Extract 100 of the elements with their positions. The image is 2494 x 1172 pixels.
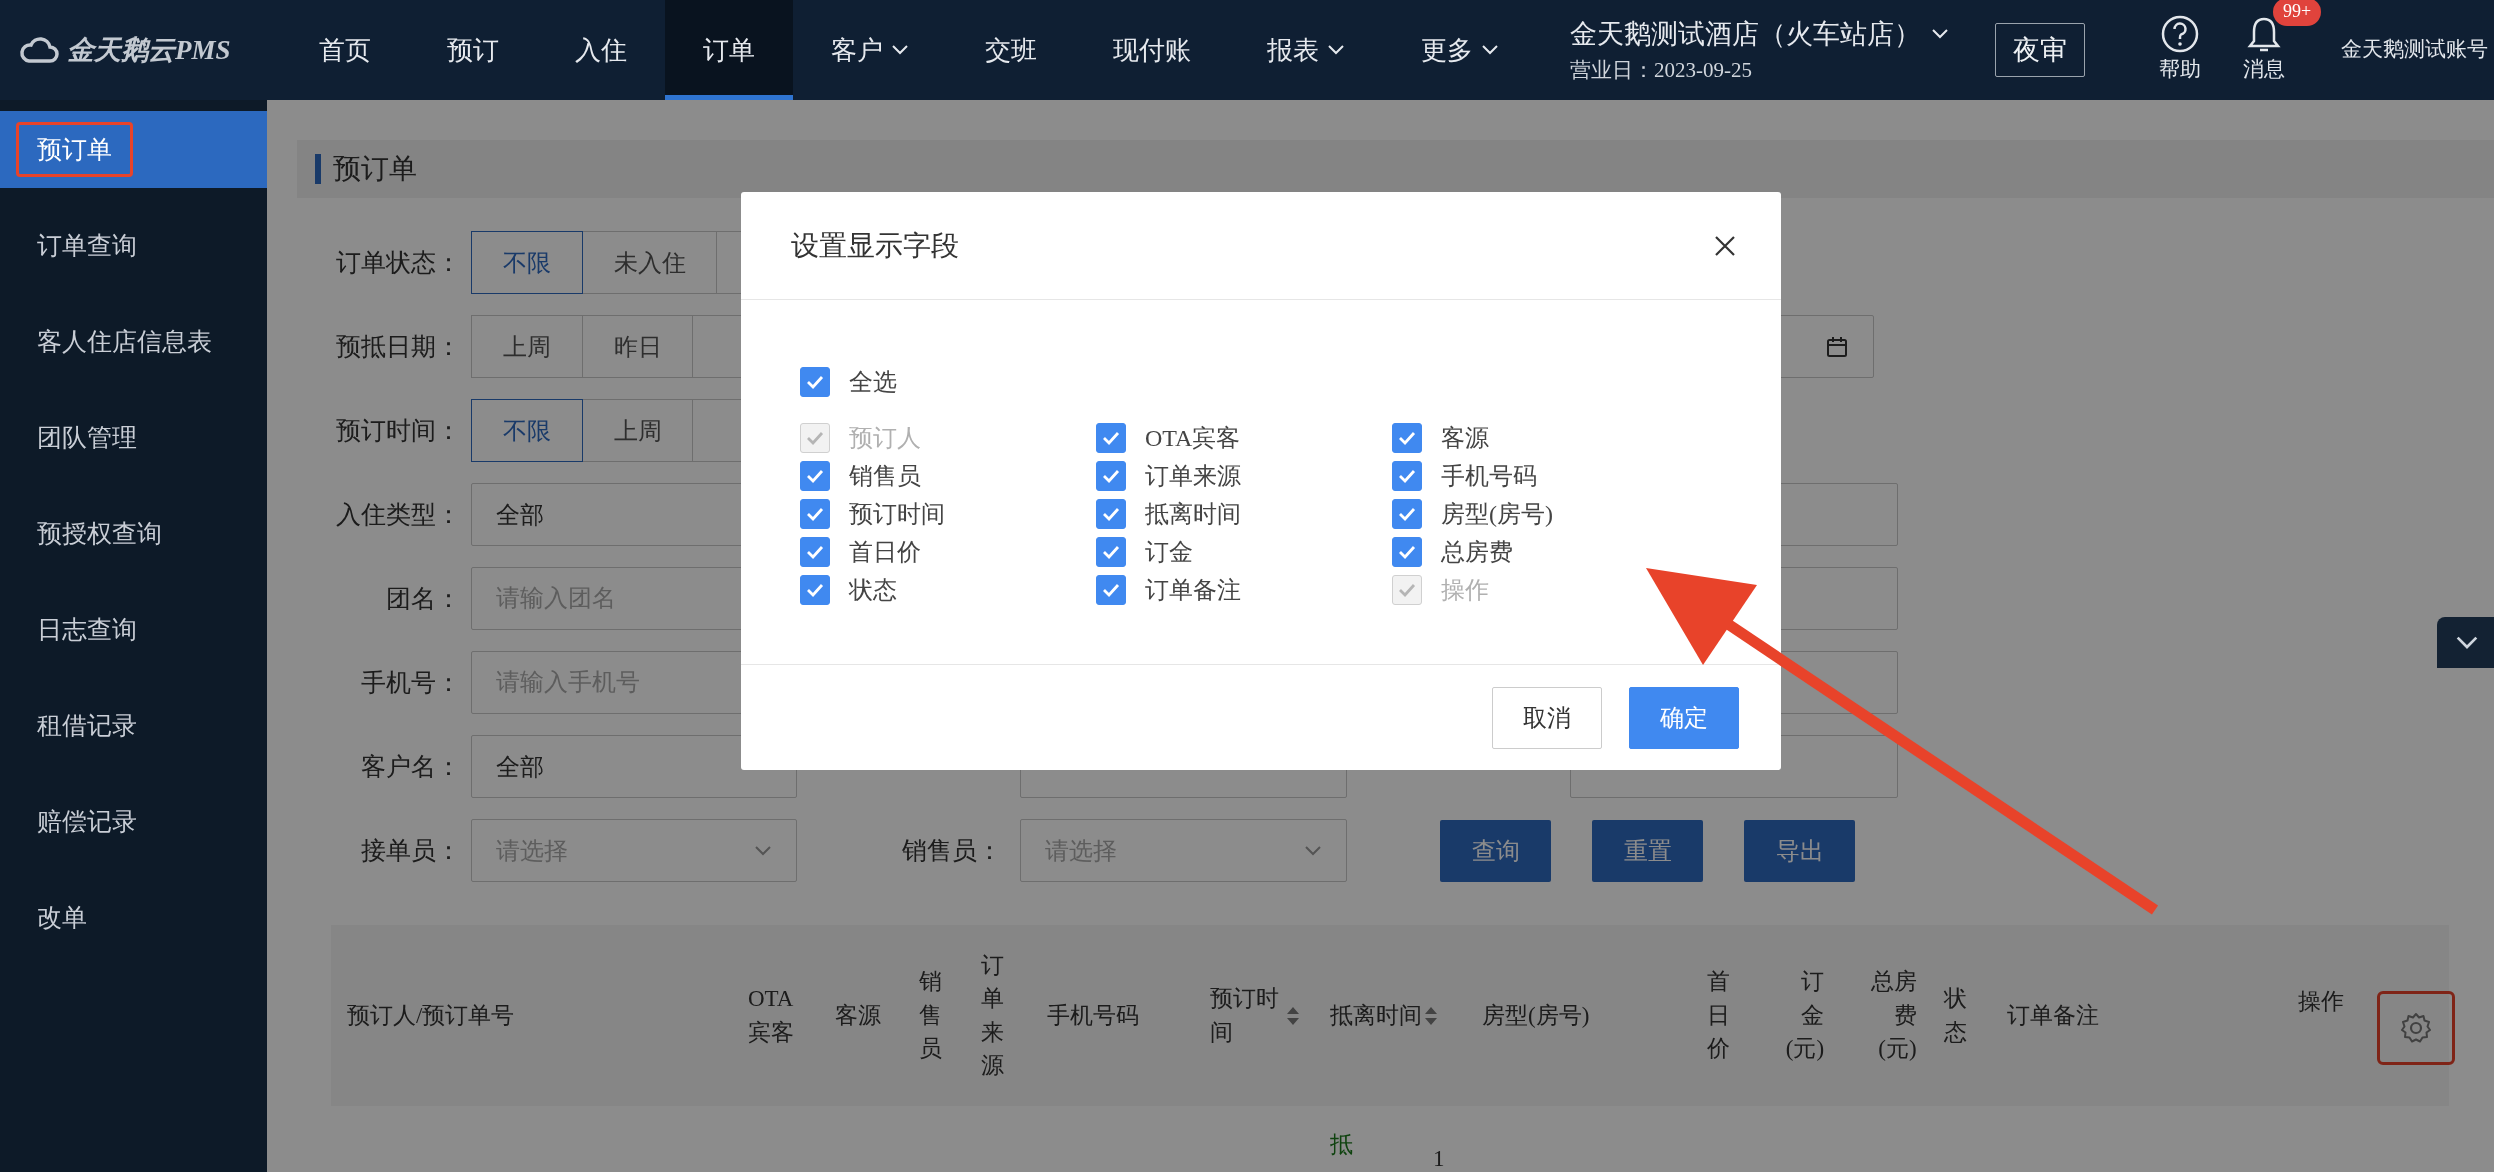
checkbox-label: 订金 [1145,538,1193,567]
chevron-icon [891,44,909,56]
column-header: 客源 [835,1001,881,1030]
checkbox-label: 首日价 [849,538,921,567]
checkbox[interactable] [1392,499,1422,529]
checkbox[interactable] [1096,461,1126,491]
sidebar-item[interactable]: 订单查询 [0,207,267,284]
checkbox-label: 客源 [1441,424,1489,453]
check-icon [1102,583,1120,597]
column-header: OTA宾客 [748,985,795,1047]
checkbox-label: 订单来源 [1145,462,1241,491]
field-label: 订单状态： [335,247,461,278]
check-icon [1398,507,1416,521]
field-label: 预抵日期： [335,331,461,362]
nav-tab[interactable]: 更多 [1383,0,1537,100]
column-header: 总房费(元) [1869,968,1917,1064]
checkbox[interactable] [1096,537,1126,567]
sidebar-item[interactable]: 预订单 [0,111,267,188]
check-icon [1398,431,1416,445]
checkbox[interactable] [1392,537,1422,567]
check-icon [806,583,824,597]
checkbox[interactable] [800,367,830,397]
logo-text: 金天鹅云PMS [67,33,231,67]
checkbox-label: 总房费 [1441,538,1513,567]
nav-tab[interactable]: 预订 [409,0,537,100]
check-icon [806,545,824,559]
column-header: 订金(元) [1785,968,1825,1064]
sidebar-item[interactable]: 改单 [0,879,267,956]
segment-button[interactable]: 昨日 [581,315,694,378]
sidebar-item[interactable]: 预授权查询 [0,495,267,572]
collapse-button[interactable] [2437,617,2494,668]
dialog-title: 设置显示字段 [791,228,959,263]
checkbox[interactable] [800,461,830,491]
checkbox-label: 销售员 [849,462,921,491]
settings-icon [2399,1011,2433,1045]
checkbox-label: 手机号码 [1441,462,1537,491]
nav-tab[interactable]: 入住 [537,0,665,100]
checkbox[interactable] [1096,499,1126,529]
checkbox-label: 抵离时间 [1145,500,1241,529]
checkbox-label: 订单备注 [1145,576,1241,605]
nav-tab[interactable]: 报表 [1229,0,1383,100]
field-label: 预订时间： [335,415,461,446]
check-icon [1102,431,1120,445]
cancel-button[interactable]: 取消 [1492,686,1602,749]
checkbox[interactable] [1096,575,1126,605]
sidebar-item[interactable]: 赔偿记录 [0,783,267,860]
chevron-icon [2454,634,2480,651]
check-icon [1398,545,1416,559]
chevron-icon [1304,844,1322,857]
column-header: 销售员 [919,968,942,1064]
sidebar-item[interactable]: 客人住店信息表 [0,303,267,380]
checkbox[interactable] [1096,423,1126,453]
segment-button[interactable]: 上周 [471,315,583,378]
nav-tab[interactable]: 现付账 [1075,0,1229,100]
column-header: 房型(房号) [1482,1001,1590,1030]
column-header: 订单备注 [2007,1001,2099,1030]
hotel-selector[interactable]: 金天鹅测试酒店（火车站店） [1570,14,1970,55]
nav-tab[interactable]: 客户 [793,0,947,100]
sidebar-item[interactable]: 团队管理 [0,399,267,476]
segment-button[interactable]: 上周 [581,399,694,462]
field-label: 客户名： [360,751,461,782]
check-icon [1398,583,1416,597]
check-icon [1398,469,1416,483]
sidebar-item[interactable]: 租借记录 [0,687,267,764]
column-header: 订单来源 [981,951,1004,1080]
help-button[interactable]: 帮助 [2145,14,2215,86]
checkbox-label: 预订时间 [849,500,945,529]
chevron-icon [1327,44,1345,56]
checkbox[interactable] [800,537,830,567]
nav-tab[interactable]: 首页 [281,0,409,100]
field-label: 团名： [385,583,461,614]
column-header: 状态 [1944,985,1967,1047]
cloud-logo-icon [19,35,59,65]
chevron-icon [1931,28,1949,41]
account-name[interactable]: 金天鹅测试账号 [2341,34,2494,66]
checkbox[interactable] [1392,461,1422,491]
column-header: 预订人/预订单号 [347,1001,515,1030]
dropdown-field[interactable]: 全部 [471,735,797,798]
business-date: 营业日：2023-09-25 [1570,56,1753,84]
nav-tab[interactable]: 订单 [665,0,793,100]
page-title: 预订单 [333,152,417,186]
settings-button[interactable] [2377,991,2455,1065]
night-audit-button[interactable]: 夜审 [1995,23,2085,77]
field-label: 手机号： [360,667,461,698]
close-icon [1713,233,1737,258]
checkbox[interactable] [1392,423,1422,453]
nav-tab[interactable]: 交班 [947,0,1075,100]
notification-count: 99+ [2273,0,2322,26]
field-label: 销售员： [901,835,1002,866]
calendar-icon [1825,334,1849,359]
chevron-icon [1481,44,1499,56]
field-label: 入住类型： [335,499,461,530]
table-cell-text: 抵 [1330,1131,1353,1159]
check-icon [806,375,824,389]
segment-button[interactable]: 未入住 [581,231,718,294]
sidebar-item[interactable]: 日志查询 [0,591,267,668]
checkbox[interactable] [800,575,830,605]
checkbox[interactable] [800,499,830,529]
check-icon [1102,507,1120,521]
chevron-icon [754,844,772,857]
